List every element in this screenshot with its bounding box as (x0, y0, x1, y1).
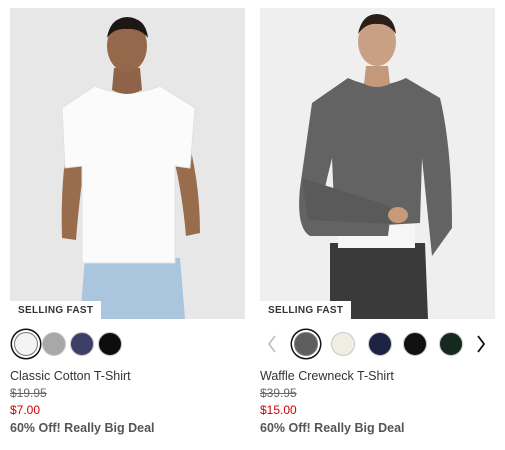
swatch-dark-green[interactable] (439, 332, 463, 356)
swatch-gray[interactable] (42, 332, 66, 356)
swatch-navy[interactable] (368, 332, 392, 356)
swatch-black[interactable] (98, 332, 122, 356)
original-price: $19.95 (10, 386, 47, 400)
product-card[interactable]: SELLING FAST Classic Cotton T-Shirt $19.… (10, 8, 245, 438)
product-name[interactable]: Waffle Crewneck T-Shirt (260, 368, 495, 385)
swatch-navy[interactable] (70, 332, 94, 356)
color-swatches (10, 325, 245, 363)
promo-text: 60% Off! Really Big Deal (260, 421, 405, 435)
selling-fast-badge: SELLING FAST (260, 301, 352, 319)
swatch-charcoal[interactable] (294, 332, 318, 356)
product-card[interactable]: SELLING FAST Waffle Crewneck T-Shirt $39… (260, 8, 495, 438)
chevron-left-icon[interactable] (264, 331, 280, 357)
selling-fast-badge: SELLING FAST (10, 301, 102, 319)
sale-price: $7.00 (10, 403, 41, 417)
product-image[interactable]: SELLING FAST (10, 8, 245, 319)
product-photo-illustration (260, 8, 495, 319)
swatch-cream[interactable] (331, 332, 355, 356)
swatch-white[interactable] (14, 332, 38, 356)
original-price: $39.95 (260, 386, 297, 400)
promo-text: 60% Off! Really Big Deal (10, 421, 155, 435)
product-image[interactable]: SELLING FAST (260, 8, 495, 319)
sale-price: $15.00 (260, 403, 297, 417)
product-photo-illustration (10, 8, 245, 319)
product-name[interactable]: Classic Cotton T-Shirt (10, 368, 245, 385)
color-swatches (260, 325, 495, 363)
chevron-right-icon[interactable] (473, 331, 489, 357)
swatch-black[interactable] (403, 332, 427, 356)
